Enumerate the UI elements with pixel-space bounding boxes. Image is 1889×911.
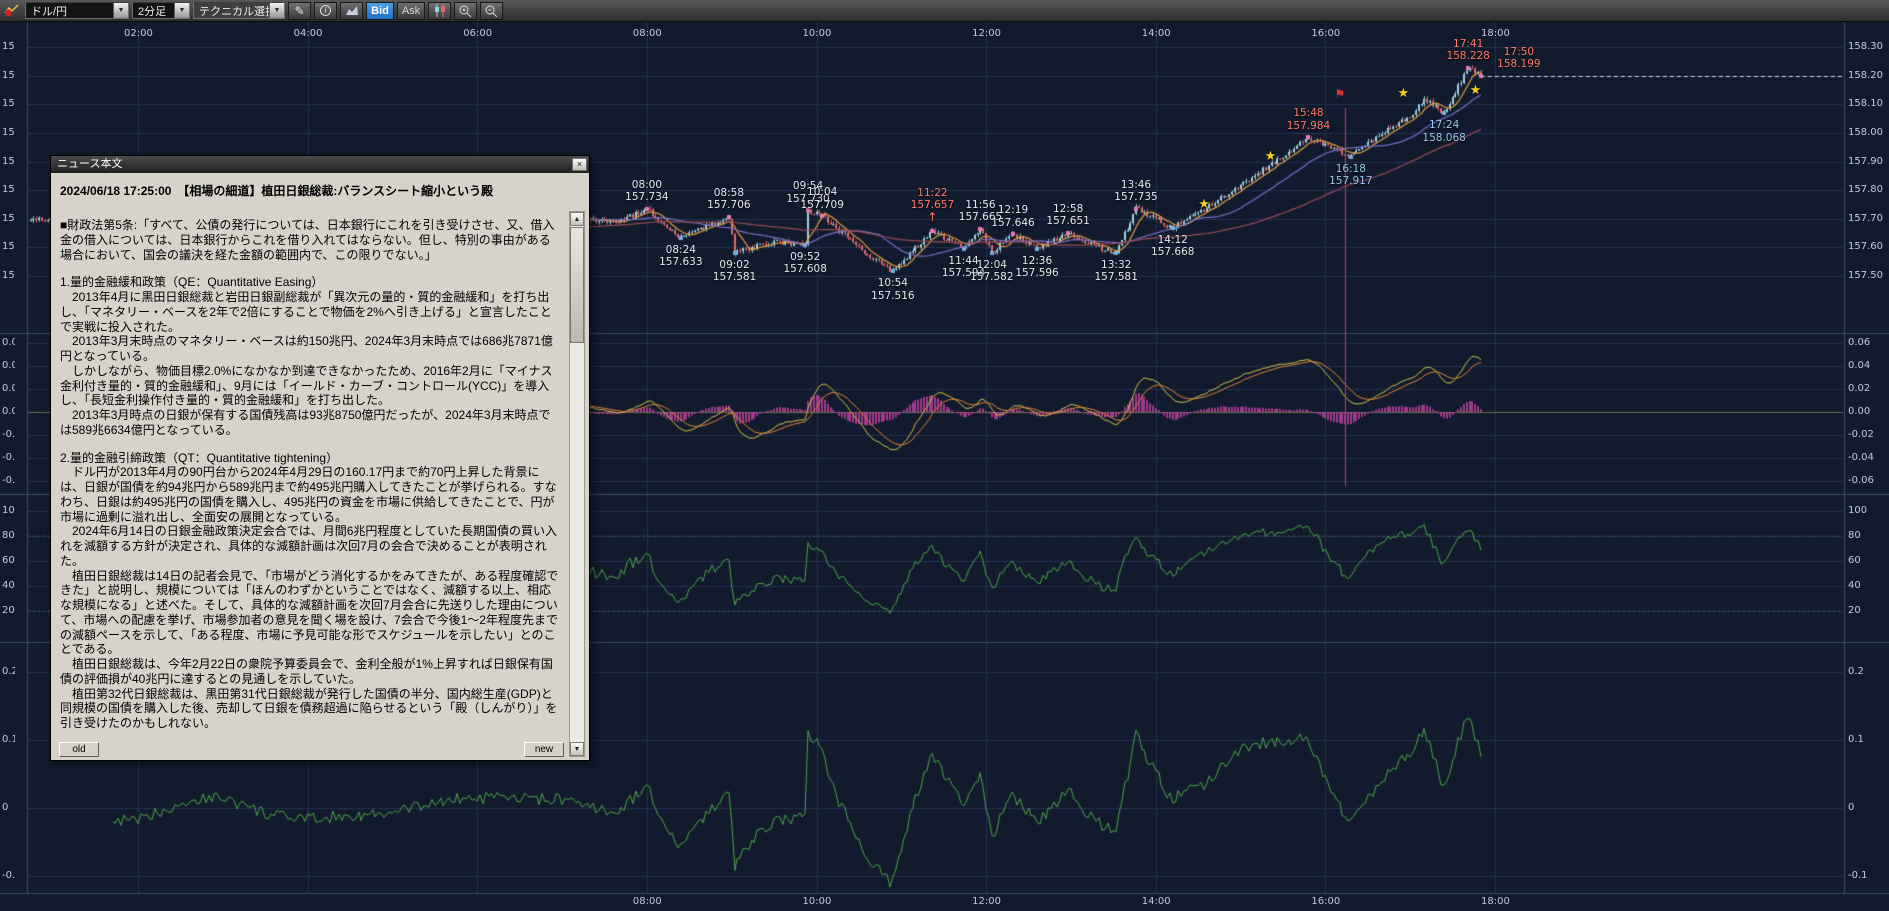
zoom-in-button[interactable] bbox=[454, 2, 477, 20]
zoom-out-button[interactable] bbox=[480, 2, 503, 20]
currency-pair-value: ドル/円 bbox=[26, 3, 113, 19]
scrollbar-up-button[interactable]: ▲ bbox=[570, 212, 584, 226]
news-body: ■財政法第5条:「すべて、公債の発行については、日本銀行にこれを引き受けさせ、又… bbox=[60, 218, 559, 756]
news-headline: 2024/06/18 17:25:00 【相場の細道】植田日銀総裁:バランスシー… bbox=[60, 182, 561, 199]
news-dialog: ニュース本文 × 2024/06/18 17:25:00 【相場の細道】植田日銀… bbox=[50, 155, 590, 761]
scrollbar-track[interactable]: ▲ ▼ bbox=[569, 211, 585, 757]
bid-toggle-button[interactable]: Bid bbox=[366, 2, 394, 20]
area-chart-icon bbox=[345, 5, 359, 16]
app-logo-icon bbox=[4, 3, 20, 18]
technical-select[interactable]: テクニカル選択 ▼ bbox=[193, 2, 285, 19]
news-paragraph: 1.量的金融緩和政策（QE：Quantitative Easing） bbox=[60, 275, 559, 290]
news-paragraph: しかしながら、物価目標2.0%になかなか到達できなかったため、2016年2月に「… bbox=[60, 364, 559, 408]
scrollbar-thumb[interactable] bbox=[570, 227, 584, 343]
new-button[interactable]: new bbox=[524, 742, 564, 757]
news-paragraph: 2013年4月に黒田日銀総裁と岩田日銀副総裁が「異次元の量的・質的金融緩和」を打… bbox=[60, 290, 559, 334]
ask-toggle-button[interactable]: Ask bbox=[397, 2, 425, 20]
chevron-down-icon: ▼ bbox=[269, 3, 284, 18]
close-icon: × bbox=[577, 159, 582, 169]
news-paragraph: 植田日銀総裁は、今年2月22日の衆院予算委員会で、金利全般が1%上昇すれば日銀保… bbox=[60, 657, 559, 687]
toolbar: ドル/円 ▼ 2分足 ▼ テクニカル選択 ▼ ✎ i Bid Ask bbox=[0, 0, 1889, 22]
zoom-out-icon bbox=[484, 4, 499, 18]
chevron-down-icon: ▼ bbox=[174, 3, 189, 18]
news-paragraph bbox=[60, 438, 559, 451]
news-paragraph: 植田日銀総裁は14日の記者会見で、「市場がどう消化するかをみてきたが、ある程度確… bbox=[60, 569, 559, 658]
close-button[interactable]: × bbox=[572, 158, 587, 171]
old-button[interactable]: old bbox=[59, 742, 99, 757]
dialog-titlebar[interactable]: ニュース本文 bbox=[51, 156, 589, 173]
news-paragraph: 2013年3月時点の日銀が保有する国債残高は93兆8750億円だったが、2024… bbox=[60, 408, 559, 438]
info-button[interactable]: i bbox=[314, 2, 337, 20]
news-paragraph: 植田第32代日銀総裁は、黒田第31代日銀総裁が発行した国債の半分、国内総生産(G… bbox=[60, 687, 559, 731]
area-chart-button[interactable] bbox=[340, 2, 363, 20]
news-paragraph: 2013年3月末時点のマネタリー・ベースは約150兆円、2024年3月末時点では… bbox=[60, 334, 559, 364]
zoom-in-icon bbox=[458, 4, 473, 18]
dialog-title: ニュース本文 bbox=[57, 158, 122, 170]
technical-value: テクニカル選択 bbox=[194, 3, 269, 19]
chevron-down-icon: ▼ bbox=[113, 3, 128, 18]
currency-pair-select[interactable]: ドル/円 ▼ bbox=[25, 2, 129, 19]
news-paragraph: 2.量的金融引締政策（QT：Quantitative tightening） bbox=[60, 451, 559, 466]
info-icon: i bbox=[320, 5, 331, 16]
news-paragraph bbox=[60, 262, 559, 275]
timeframe-select[interactable]: 2分足 ▼ bbox=[132, 2, 190, 19]
news-paragraph: ■財政法第5条:「すべて、公債の発行については、日本銀行にこれを引き受けさせ、又… bbox=[60, 218, 559, 262]
news-paragraph: ドル円が2013年4月の90円台から2024年4月29日の160.17円まで約7… bbox=[60, 465, 559, 524]
candle-chart-icon bbox=[433, 4, 447, 17]
pencil-icon: ✎ bbox=[294, 5, 304, 17]
news-paragraph: 2024年6月14日の日銀金融政策決定会合では、月間6兆円程度としていた長期国債… bbox=[60, 524, 559, 568]
scrollbar-down-button[interactable]: ▼ bbox=[570, 742, 584, 756]
timeframe-value: 2分足 bbox=[133, 3, 174, 19]
draw-tool-button[interactable]: ✎ bbox=[288, 2, 311, 20]
candle-chart-button[interactable] bbox=[428, 2, 451, 20]
